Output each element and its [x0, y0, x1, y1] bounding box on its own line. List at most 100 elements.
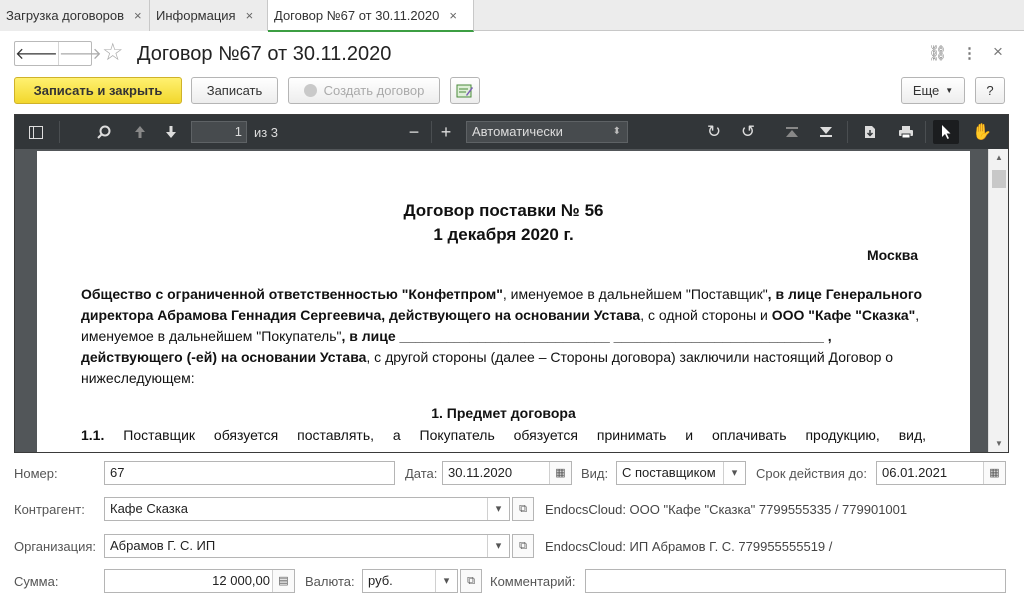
currency-label: Валюта:: [305, 574, 355, 589]
download-icon[interactable]: [859, 122, 881, 142]
pdf-viewer: 1 из 3 − + Автоматически ⬍ ↻ ↺ ✋ Договор…: [14, 114, 1009, 453]
sum-field[interactable]: 12 000,00 ▤: [104, 569, 295, 593]
rotate-counterclockwise-icon[interactable]: ↺: [737, 122, 759, 142]
pdf-toolbar: 1 из 3 − + Автоматически ⬍ ↻ ↺ ✋: [15, 115, 1008, 149]
pdf-scrollbar[interactable]: ▲ ▼: [988, 149, 1008, 452]
number-field[interactable]: 67: [104, 461, 395, 485]
open-link-icon: ⧉: [519, 539, 527, 552]
favorite-star-icon[interactable]: ☆: [102, 40, 124, 66]
pdf-page: Договор поставки № 56 1 декабря 2020 г. …: [37, 151, 970, 452]
counterparty-cloud-info[interactable]: EndocsCloud: ООО "Кафе "Сказка" 77995553…: [545, 502, 907, 517]
edit-document-button[interactable]: [450, 77, 480, 104]
organization-label: Организация:: [14, 539, 97, 554]
link-icon[interactable]: ⛓: [928, 44, 947, 62]
close-icon[interactable]: ×: [134, 8, 142, 23]
organization-cloud-info[interactable]: EndocsCloud: ИП Абрамов Г. С. 7799555555…: [545, 539, 832, 554]
print-icon[interactable]: [895, 122, 917, 142]
document-preamble: Общество с ограниченной ответственностью…: [81, 284, 926, 389]
help-button[interactable]: ?: [975, 77, 1005, 104]
more-label: Еще: [912, 83, 940, 98]
counterparty-value: Кафе Сказка: [110, 501, 188, 516]
tab-bar: Загрузка договоров × Информация × Догово…: [0, 0, 1024, 32]
zoom-select[interactable]: Автоматически ⬍: [466, 121, 628, 143]
next-page-icon[interactable]: [160, 122, 182, 142]
page-total: из 3: [253, 124, 279, 140]
sum-value: 12 000,00: [212, 573, 270, 588]
zoom-out-icon[interactable]: −: [403, 122, 425, 142]
buyer-name: ООО "Кафе "Сказка": [771, 307, 916, 323]
save-and-close-button[interactable]: Записать и закрыть: [14, 77, 182, 104]
clause-number: 1.1.: [81, 427, 105, 443]
close-icon[interactable]: ×: [449, 8, 457, 23]
previous-page-icon[interactable]: [129, 122, 151, 142]
sum-label: Сумма:: [14, 574, 59, 589]
tab-label: Загрузка договоров: [6, 8, 125, 23]
term-label: Срок действия до:: [756, 466, 867, 481]
select-tool-icon[interactable]: [933, 120, 959, 144]
zoom-in-icon[interactable]: +: [435, 122, 457, 142]
page-number-input[interactable]: 1: [191, 121, 247, 143]
more-actions-icon[interactable]: ⋮: [962, 44, 977, 62]
create-contract-label: Создать договор: [323, 83, 425, 98]
calendar-icon[interactable]: ▦: [983, 462, 1005, 484]
clause-text: Поставщик обязуется поставлять, а Покупа…: [123, 427, 927, 443]
page-title: Договор №67 от 30.11.2020: [137, 43, 392, 65]
supplier-name: Общество с ограниченной ответственностью…: [81, 286, 503, 302]
scroll-up-icon[interactable]: ▲: [989, 153, 1009, 162]
first-page-icon[interactable]: [781, 122, 803, 142]
close-icon[interactable]: ×: [993, 42, 1003, 62]
text-fragment: , с одной стороны и: [640, 307, 772, 323]
last-page-icon[interactable]: [815, 122, 837, 142]
open-organization-button[interactable]: ⧉: [512, 534, 534, 558]
open-counterparty-button[interactable]: ⧉: [512, 497, 534, 521]
create-contract-button[interactable]: Создать договор: [288, 77, 440, 104]
chevron-down-icon[interactable]: ▾: [487, 535, 509, 557]
sidebar-toggle-icon[interactable]: [25, 122, 47, 142]
comment-field[interactable]: [585, 569, 1006, 593]
kind-select[interactable]: С поставщиком ▾: [616, 461, 746, 485]
scroll-thumb[interactable]: [992, 170, 1006, 188]
section-heading: 1. Предмет договора: [431, 405, 576, 421]
scroll-down-icon[interactable]: ▼: [989, 439, 1009, 448]
counterparty-label: Контрагент:: [14, 502, 85, 517]
forward-arrow-icon[interactable]: 🡒: [57, 42, 102, 65]
calculator-icon[interactable]: ▤: [272, 570, 294, 592]
chevron-down-icon[interactable]: ▾: [435, 570, 457, 592]
back-arrow-icon[interactable]: 🡐: [15, 42, 58, 65]
open-currency-button[interactable]: ⧉: [460, 569, 482, 593]
history-navigation: 🡐 🡒: [14, 41, 102, 66]
tab-label: Договор №67 от 30.11.2020: [274, 7, 440, 23]
tab-information[interactable]: Информация ×: [150, 0, 268, 31]
document-date: 1 декабря 2020 г.: [433, 225, 574, 244]
date-value: 30.11.2020: [448, 465, 513, 480]
term-value: 06.01.2021: [882, 465, 948, 480]
open-link-icon: ⧉: [467, 574, 475, 587]
currency-field[interactable]: руб. ▾: [362, 569, 458, 593]
currency-value: руб.: [368, 573, 393, 588]
counterparty-field[interactable]: Кафе Сказка ▾: [104, 497, 510, 521]
chevron-down-icon[interactable]: ▾: [487, 498, 509, 520]
more-button[interactable]: Еще ▼: [901, 77, 965, 104]
tab-contract-67[interactable]: Договор №67 от 30.11.2020 ×: [268, 0, 474, 32]
hand-tool-icon[interactable]: ✋: [971, 122, 993, 142]
text-fragment: , именуемое в дальнейшем "Поставщик": [502, 286, 768, 302]
document-city: Москва: [866, 247, 918, 263]
date-label: Дата:: [405, 466, 438, 481]
document-title: Договор поставки № 56: [403, 201, 604, 220]
tab-label: Информация: [156, 8, 236, 23]
tab-contract-upload[interactable]: Загрузка договоров ×: [0, 0, 150, 31]
number-label: Номер:: [14, 466, 58, 481]
select-caret-icon: ⬍: [612, 126, 621, 137]
search-icon[interactable]: [93, 122, 115, 142]
organization-value: Абрамов Г. С. ИП: [110, 538, 216, 553]
date-field[interactable]: 30.11.2020 ▦: [442, 461, 572, 485]
term-date-field[interactable]: 06.01.2021 ▦: [876, 461, 1006, 485]
save-button[interactable]: Записать: [191, 77, 278, 104]
calendar-icon[interactable]: ▦: [549, 462, 571, 484]
comment-label: Комментарий:: [490, 574, 576, 589]
chevron-down-icon[interactable]: ▾: [723, 462, 745, 484]
close-icon[interactable]: ×: [246, 8, 254, 23]
rotate-clockwise-icon[interactable]: ↻: [703, 122, 725, 142]
open-link-icon: ⧉: [519, 502, 527, 515]
organization-field[interactable]: Абрамов Г. С. ИП ▾: [104, 534, 510, 558]
